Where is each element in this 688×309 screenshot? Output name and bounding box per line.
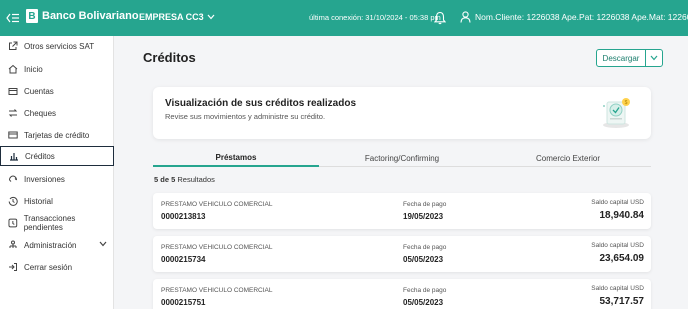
sidebar-item-inversiones[interactable]: Inversiones xyxy=(0,169,114,189)
balance-amount: 23,654.09 xyxy=(599,253,645,264)
balance-label: Saldo capital USD xyxy=(591,242,644,249)
results-count: 5 de 5 xyxy=(154,175,176,184)
bar-chart-icon xyxy=(10,153,18,161)
sidebar-item-cerrar-sesion[interactable]: Cerrar sesión xyxy=(0,257,114,277)
chevron-down-icon xyxy=(99,241,107,247)
sidebar-item-administracion[interactable]: Administración xyxy=(0,235,114,255)
sidebar-item-historial[interactable]: Historial xyxy=(0,191,114,211)
menu-collapse-icon[interactable] xyxy=(6,11,20,25)
transfer-icon xyxy=(8,109,18,117)
balance-amount: 53,717.57 xyxy=(599,296,645,307)
sidebar-item-label: Cuentas xyxy=(24,86,54,96)
sidebar-item-cuentas[interactable]: Cuentas xyxy=(0,81,114,101)
sidebar-item-label: Cheques xyxy=(24,108,57,118)
last-connection: última conexión: 31/10/2024 - 05:38 pm xyxy=(309,13,441,22)
sidebar-item-label: Tarjetas de crédito xyxy=(24,130,90,140)
sidebar-item-label: Cerrar sesión xyxy=(24,262,73,272)
payment-date: 19/05/2023 xyxy=(403,212,444,221)
brand-name: Banco Bolivariano xyxy=(42,10,139,22)
sidebar-item-cheques[interactable]: Cheques xyxy=(0,103,114,123)
top-bar: B Banco Bolivariano EMPRESA CC3 última c… xyxy=(0,0,688,36)
bell-icon[interactable] xyxy=(434,11,446,25)
loan-type: PRESTAMO VEHICULO COMERCIAL xyxy=(161,287,273,294)
history-icon xyxy=(8,196,18,206)
loan-number: 0000215734 xyxy=(161,255,206,264)
sidebar-item-creditos[interactable]: Créditos xyxy=(0,146,114,166)
chevron-down-icon xyxy=(207,14,215,20)
sidebar-item-label: Historial xyxy=(24,196,53,206)
info-banner: Visualización de sus créditos realizados… xyxy=(153,87,651,139)
balance-amount: 18,940.84 xyxy=(599,210,645,221)
sidebar-item-label: Inicio xyxy=(24,64,43,74)
loan-number: 0000213813 xyxy=(161,212,206,221)
loan-number: 0000215751 xyxy=(161,298,206,307)
payment-date-label: Fecha de pago xyxy=(403,201,447,208)
results-summary: 5 de 5 Resultados xyxy=(154,175,215,184)
brand-logo[interactable]: B Banco Bolivariano xyxy=(26,9,139,23)
pending-icon xyxy=(8,218,18,228)
external-link-icon xyxy=(9,41,18,50)
loan-type: PRESTAMO VEHICULO COMERCIAL xyxy=(161,244,273,251)
sidebar-item-label: Administración xyxy=(24,240,77,250)
logout-icon xyxy=(9,263,17,271)
svg-text:$: $ xyxy=(625,100,628,106)
tab-prestamos[interactable]: Préstamos xyxy=(153,149,319,167)
user-icon xyxy=(460,11,471,23)
credit-illustration-icon: $ xyxy=(603,98,630,128)
sidebar-item-otros-servicios-sat[interactable]: Otros servicios SAT xyxy=(0,36,114,56)
admin-icon xyxy=(9,240,17,248)
sidebar-item-transacciones-pendientes[interactable]: Transacciones pendientes xyxy=(0,213,114,233)
loan-card[interactable]: PRESTAMO VEHICULO COMERCIAL 0000213813 F… xyxy=(153,193,651,229)
download-options-button[interactable] xyxy=(645,49,663,67)
sidebar-item-tarjetas-de-credito[interactable]: Tarjetas de crédito xyxy=(0,125,114,145)
sidebar-item-label: Otros servicios SAT xyxy=(24,41,95,51)
balance-label: Saldo capital USD xyxy=(591,199,644,206)
credit-card-icon xyxy=(8,131,18,139)
balance-label: Saldo capital USD xyxy=(591,285,644,292)
banner-title: Visualización de sus créditos realizados xyxy=(165,98,357,109)
page-title: Créditos xyxy=(143,50,196,65)
loan-card[interactable]: PRESTAMO VEHICULO COMERCIAL 0000215734 F… xyxy=(153,236,651,272)
chevron-down-icon xyxy=(650,55,658,61)
banner-subtitle: Revise sus movimientos y administre su c… xyxy=(165,112,326,121)
tab-factoring-confirming[interactable]: Factoring/Confirming xyxy=(319,149,485,167)
sidebar-item-label: Transacciones pendientes xyxy=(23,214,76,232)
bank-logo-icon: B xyxy=(26,9,38,23)
sidebar-item-inicio[interactable]: Inicio xyxy=(0,59,114,79)
home-icon xyxy=(8,64,18,74)
payment-date: 05/05/2023 xyxy=(403,298,444,307)
company-selector[interactable]: EMPRESA CC3 xyxy=(139,12,215,22)
wallet-icon xyxy=(8,88,18,95)
company-name: EMPRESA CC3 xyxy=(139,12,204,22)
main-content: Créditos Descargar Visualización de sus … xyxy=(114,36,688,309)
payment-date-label: Fecha de pago xyxy=(403,244,447,251)
loan-type: PRESTAMO VEHICULO COMERCIAL xyxy=(161,201,273,208)
credit-tabs: Préstamos Factoring/Confirming Comercio … xyxy=(153,149,651,167)
loan-card[interactable]: PRESTAMO VEHICULO COMERCIAL 0000215751 F… xyxy=(153,279,651,309)
tab-comercio-exterior[interactable]: Comercio Exterior xyxy=(485,149,651,167)
download-button[interactable]: Descargar xyxy=(596,49,646,67)
sidebar-item-label: Inversiones xyxy=(24,174,65,184)
sidebar-item-label: Créditos xyxy=(25,151,55,161)
investment-icon xyxy=(9,175,17,182)
results-label: Resultados xyxy=(177,175,215,184)
user-name: Nom.Cliente: 1226038 Ape.Pat: 1226038 Ap… xyxy=(475,12,688,22)
payment-date: 05/05/2023 xyxy=(403,255,444,264)
user-menu[interactable]: Nom.Cliente: 1226038 Ape.Pat: 1226038 Ap… xyxy=(460,11,688,23)
payment-date-label: Fecha de pago xyxy=(403,287,447,294)
sidebar: Otros servicios SAT Inicio Cuentas Chequ… xyxy=(0,36,114,309)
